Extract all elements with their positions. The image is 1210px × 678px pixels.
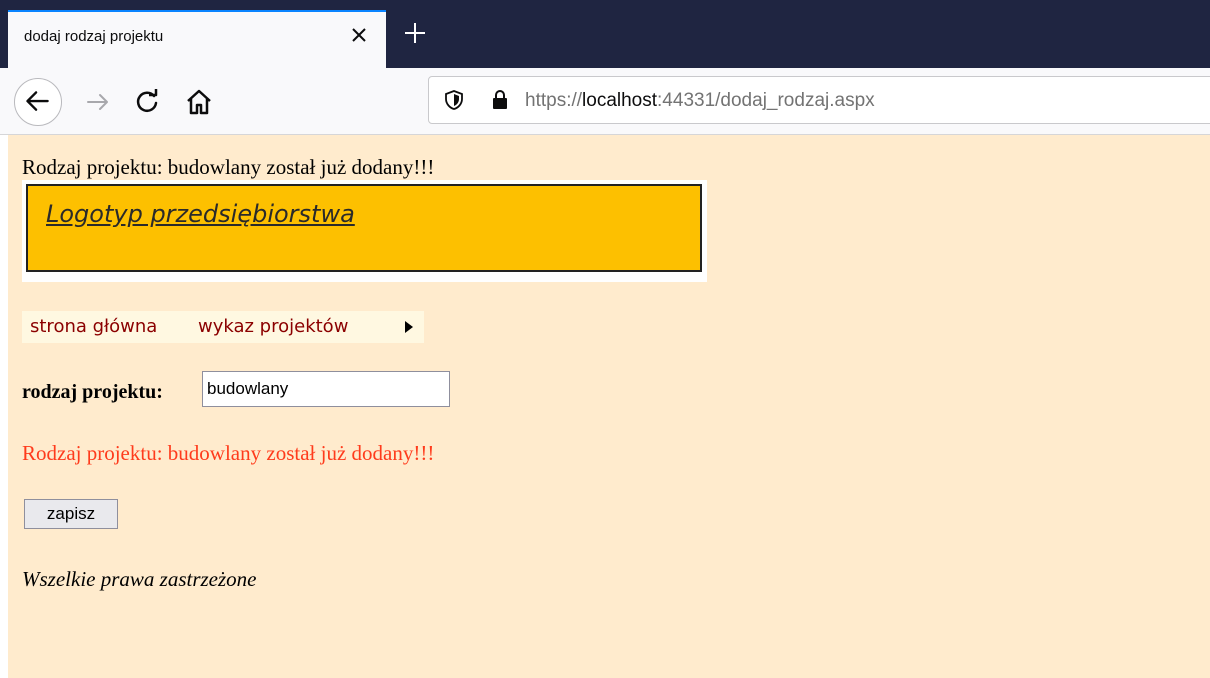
footer-text: Wszelkie prawa zastrzeżone	[22, 567, 257, 591]
project-type-label: rodzaj projektu:	[22, 381, 163, 403]
tab-title: dodaj rodzaj projektu	[24, 28, 164, 45]
logo-text: Logotyp przedsiębiorstwa	[46, 200, 355, 228]
home-icon[interactable]	[184, 87, 214, 117]
forward-arrow-icon[interactable]	[84, 88, 112, 116]
page-content: Rodzaj projektu: budowlany został już do…	[8, 135, 1210, 678]
back-button[interactable]	[14, 78, 62, 126]
logo-banner: Logotyp przedsiębiorstwa	[26, 184, 702, 272]
active-tab[interactable]: dodaj rodzaj projektu	[8, 10, 386, 68]
submenu-arrow-icon	[405, 321, 413, 333]
url-host: localhost	[582, 90, 658, 111]
tracking-protection-shield-icon[interactable]	[443, 89, 465, 111]
url-text[interactable]: https://localhost:44331/dodaj_rodzaj.asp…	[525, 90, 875, 112]
navigation-toolbar: https://localhost:44331/dodaj_rodzaj.asp…	[0, 68, 1210, 135]
back-arrow-icon	[26, 91, 49, 111]
new-tab-icon[interactable]	[400, 18, 430, 48]
menu-item-home[interactable]: strona główna	[30, 316, 157, 337]
status-message: Rodzaj projektu: budowlany został już do…	[22, 155, 435, 179]
lock-icon[interactable]	[489, 89, 511, 111]
site-menu: strona główna wykaz projektów	[22, 311, 424, 343]
logo-container: Logotyp przedsiębiorstwa	[22, 180, 707, 282]
save-button[interactable]: zapisz	[24, 499, 118, 529]
menu-item-project-list[interactable]: wykaz projektów	[198, 316, 348, 337]
url-scheme: https://	[525, 90, 583, 111]
close-tab-icon[interactable]	[346, 22, 372, 48]
tab-strip: dodaj rodzaj projektu	[0, 0, 1210, 68]
url-path: :44331/dodaj_rodzaj.aspx	[657, 90, 875, 111]
project-type-input[interactable]	[202, 371, 450, 407]
validation-error: Rodzaj projektu: budowlany został już do…	[22, 441, 435, 465]
reload-icon[interactable]	[132, 87, 162, 117]
address-bar[interactable]: https://localhost:44331/dodaj_rodzaj.asp…	[428, 76, 1210, 124]
